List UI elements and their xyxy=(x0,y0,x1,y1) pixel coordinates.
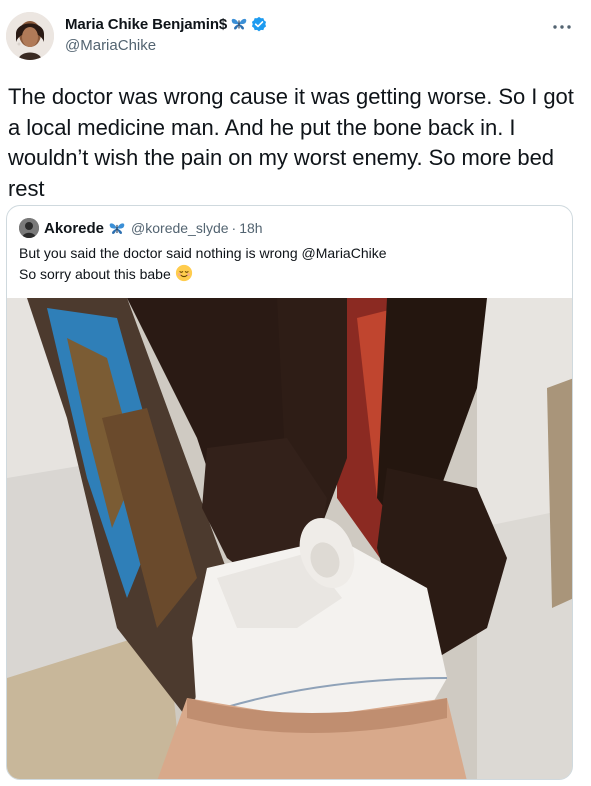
tweet-text: The doctor was wrong cause it was gettin… xyxy=(8,84,574,201)
butterfly-icon xyxy=(109,222,125,234)
bandaged-knee-photo xyxy=(7,298,572,779)
quote-timestamp[interactable]: 18h xyxy=(239,220,262,236)
quoted-tweet[interactable]: Akorede @korede_slyde · 18h But you said… xyxy=(6,205,573,780)
author-display-name[interactable]: Maria Chike Benjamin$ xyxy=(65,16,227,33)
quote-display-name[interactable]: Akorede xyxy=(44,220,104,237)
quote-text-line-1: But you said the doctor said nothing is … xyxy=(19,245,387,261)
quote-text-line-2-text: So sorry about this babe xyxy=(19,266,171,282)
author-name-row: Maria Chike Benjamin$ xyxy=(65,14,268,34)
quote-separator: · xyxy=(231,220,237,236)
author-avatar[interactable] xyxy=(6,12,54,60)
quote-media-photo[interactable] xyxy=(7,298,572,779)
more-options-icon[interactable] xyxy=(551,22,573,32)
tweet: Maria Chike Benjamin$ @MariaChike The do… xyxy=(0,0,591,786)
relieved-face-icon xyxy=(175,264,192,282)
author-info: Maria Chike Benjamin$ @MariaChike xyxy=(65,14,268,54)
quote-handle[interactable]: @korede_slyde xyxy=(131,220,229,236)
quote-text-line-2: So sorry about this babe xyxy=(19,264,559,285)
author-handle[interactable]: @MariaChike xyxy=(65,37,268,54)
quote-text: But you said the doctor said nothing is … xyxy=(19,243,559,285)
quote-author-avatar[interactable] xyxy=(19,218,39,238)
quote-header: Akorede @korede_slyde · 18h xyxy=(19,218,263,238)
quote-avatar-photo xyxy=(19,218,39,238)
avatar-photo xyxy=(6,12,54,60)
butterfly-icon xyxy=(231,18,247,30)
verified-badge-icon xyxy=(252,16,267,32)
